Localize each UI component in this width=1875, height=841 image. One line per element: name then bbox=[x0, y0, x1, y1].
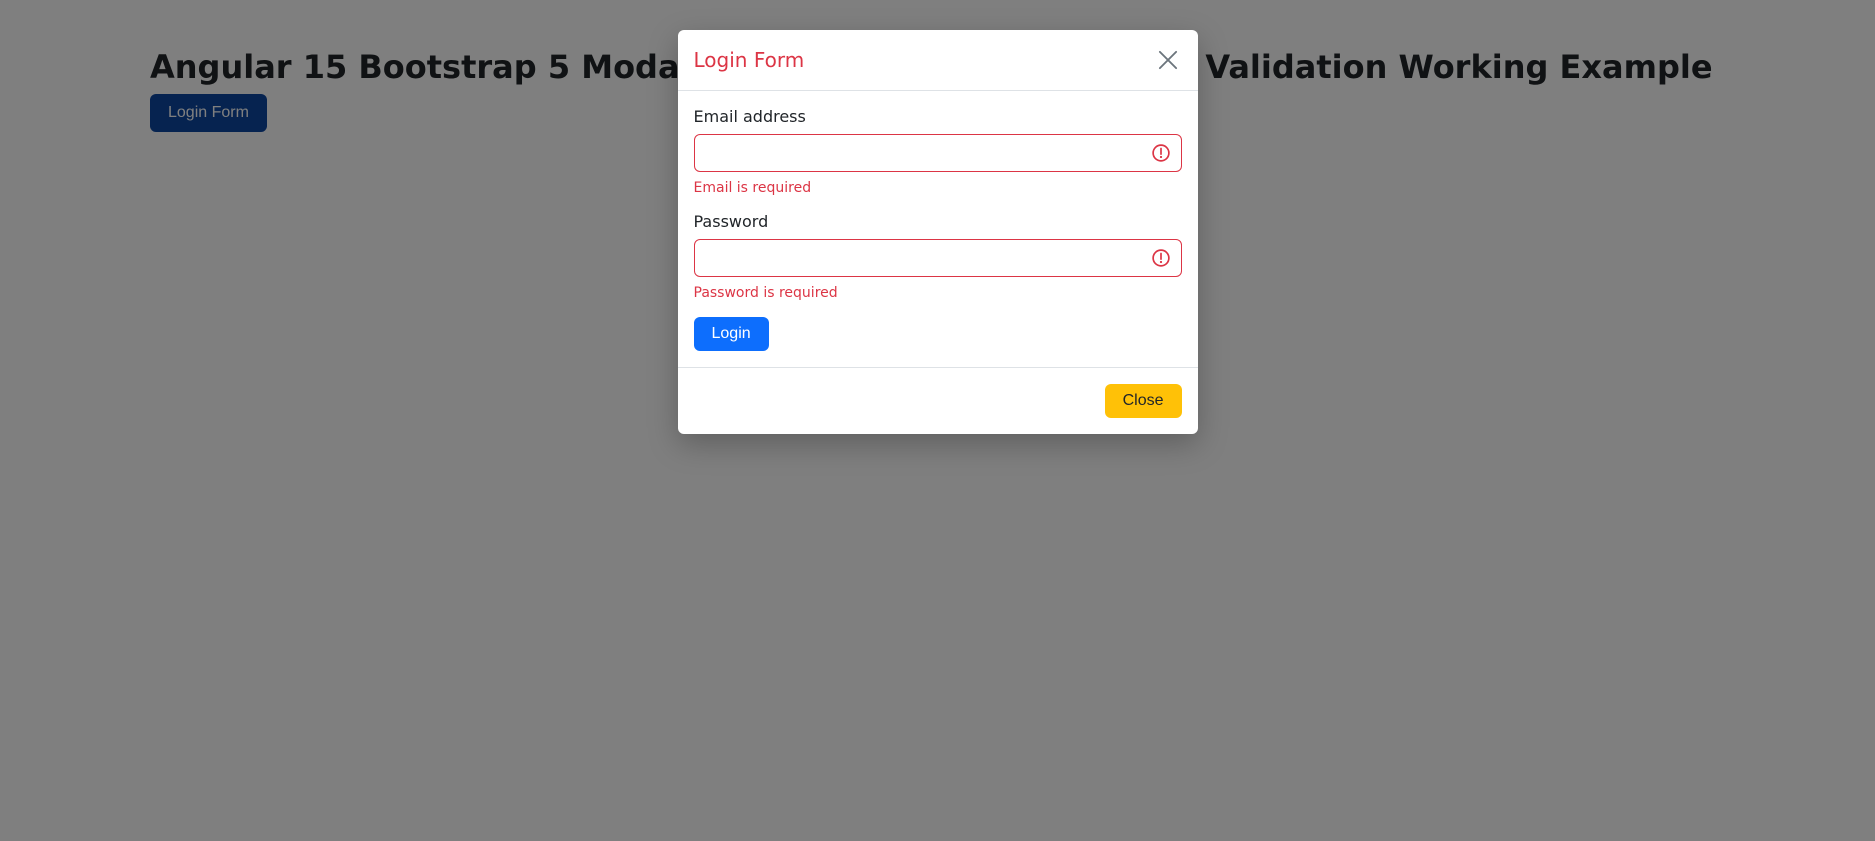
password-label: Password bbox=[694, 212, 1182, 231]
password-group: Password Password is required bbox=[694, 212, 1182, 301]
email-group: Email address Email is required bbox=[694, 107, 1182, 196]
login-modal: Login Form Email address Email is requir… bbox=[678, 30, 1198, 434]
close-button[interactable]: Close bbox=[1105, 384, 1182, 418]
password-error: Password is required bbox=[694, 285, 1182, 301]
email-label: Email address bbox=[694, 107, 1182, 126]
modal-body: Email address Email is required Password bbox=[678, 91, 1198, 367]
email-error: Email is required bbox=[694, 180, 1182, 196]
modal-title: Login Form bbox=[694, 48, 805, 72]
close-icon-button[interactable] bbox=[1154, 46, 1182, 74]
login-button[interactable]: Login bbox=[694, 317, 769, 351]
password-input-wrapper bbox=[694, 239, 1182, 277]
modal-header: Login Form bbox=[678, 30, 1198, 91]
modal-footer: Close bbox=[678, 367, 1198, 434]
login-form: Email address Email is required Password bbox=[694, 107, 1182, 351]
password-input[interactable] bbox=[694, 239, 1182, 277]
email-input-wrapper bbox=[694, 134, 1182, 172]
close-icon bbox=[1158, 50, 1178, 70]
email-input[interactable] bbox=[694, 134, 1182, 172]
